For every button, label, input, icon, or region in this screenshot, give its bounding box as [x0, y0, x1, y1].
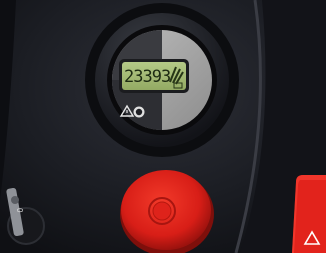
key-switch-label: 0 [15, 208, 24, 213]
hazard-button[interactable] [292, 175, 326, 253]
dashboard-panel: 23393 0 [0, 0, 326, 253]
hour-counter-readout: 23393 [124, 67, 171, 87]
indicator-dot-icon [133, 106, 145, 118]
dashboard-panel-graphic [0, 0, 326, 253]
